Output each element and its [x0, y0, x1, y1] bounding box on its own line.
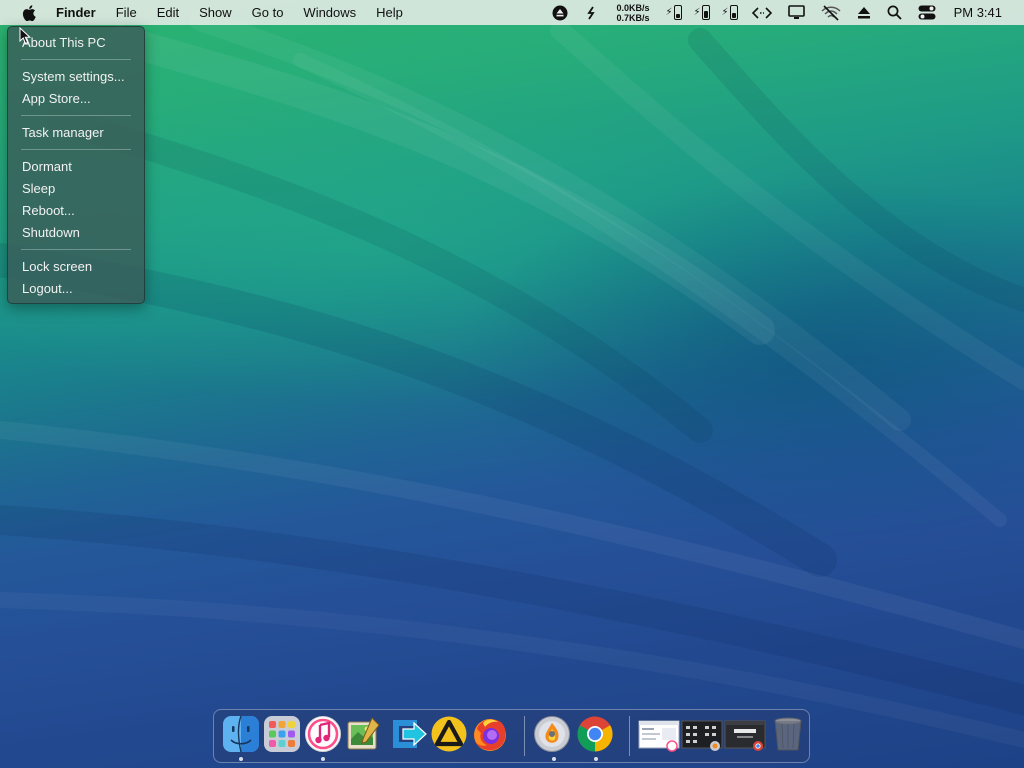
menu-windows[interactable]: Windows — [293, 0, 366, 25]
sync-icon[interactable] — [584, 0, 598, 25]
menu-item-shutdown[interactable]: Shutdown — [8, 222, 144, 244]
running-indicator — [552, 757, 556, 761]
display-icon[interactable] — [787, 0, 805, 25]
menu-item-dormant[interactable]: Dormant — [8, 156, 144, 178]
menu-help[interactable]: Help — [366, 0, 413, 25]
running-indicator — [239, 757, 243, 761]
menu-finder[interactable]: Finder — [46, 0, 106, 25]
firefox-icon[interactable] — [471, 715, 509, 753]
disc-burner-icon[interactable] — [533, 715, 571, 753]
menu-item-sleep[interactable]: Sleep — [8, 178, 144, 200]
desktop[interactable]: Finder File Edit Show Go to Windows Help… — [0, 0, 1024, 768]
upload-speed: 0.0KB/s — [616, 2, 650, 13]
menu-show[interactable]: Show — [189, 0, 242, 25]
image-editor-icon[interactable] — [345, 715, 383, 753]
battery-2-icon[interactable]: ⚡ — [694, 5, 710, 20]
battery-3-icon[interactable]: ⚡ — [722, 5, 738, 20]
eject-circle-icon[interactable] — [552, 0, 568, 25]
menu-item-lock-screen[interactable]: Lock screen — [8, 256, 144, 278]
wifi-off-icon[interactable] — [821, 0, 841, 25]
menu-item-system-settings[interactable]: System settings... — [8, 66, 144, 88]
itunes-icon[interactable] — [304, 715, 342, 753]
menu-separator — [21, 249, 131, 250]
menu-separator — [21, 115, 131, 116]
search-icon[interactable] — [887, 0, 902, 25]
wallpaper — [0, 9, 1024, 748]
running-indicator — [321, 757, 325, 761]
menu-file[interactable]: File — [106, 0, 147, 25]
menu-go-to[interactable]: Go to — [242, 0, 294, 25]
menu-separator — [21, 149, 131, 150]
chrome-icon[interactable] — [576, 715, 614, 753]
triangle-app-icon[interactable] — [430, 715, 468, 753]
remote-desktop-icon[interactable] — [390, 715, 428, 753]
status-area: 0.0KB/s 0.7KB/s ⚡ ⚡ ⚡ PM 3:41 — [544, 0, 1024, 25]
mouse-cursor-icon — [19, 27, 31, 45]
eject-icon[interactable] — [857, 0, 871, 25]
menu-item-app-store[interactable]: App Store... — [8, 88, 144, 110]
window-thumbnail-2-icon[interactable] — [681, 715, 723, 753]
trash-icon[interactable] — [769, 715, 807, 753]
dock-separator — [524, 716, 525, 756]
code-arrows-icon[interactable] — [751, 0, 772, 25]
window-thumbnail-3-icon[interactable] — [724, 715, 766, 753]
network-speed: 0.0KB/s 0.7KB/s — [616, 3, 649, 23]
menu-item-logout[interactable]: Logout... — [8, 278, 144, 300]
battery-1-icon[interactable]: ⚡ — [665, 5, 682, 20]
menu-item-reboot[interactable]: Reboot... — [8, 200, 144, 222]
download-speed: 0.7KB/s — [616, 12, 650, 23]
control-center-icon[interactable] — [918, 0, 936, 25]
launchpad-icon[interactable] — [263, 715, 301, 753]
apple-dropdown-menu: About This PC System settings... App Sto… — [7, 26, 145, 304]
running-indicator — [594, 757, 598, 761]
dock — [213, 709, 810, 763]
dock-separator — [629, 716, 630, 756]
finder-icon[interactable] — [222, 715, 260, 753]
menu-edit[interactable]: Edit — [147, 0, 189, 25]
window-thumbnail-1-icon[interactable] — [638, 715, 680, 753]
menu-separator — [21, 59, 131, 60]
clock[interactable]: PM 3:41 — [954, 5, 1002, 20]
apple-logo-icon — [22, 4, 36, 21]
apple-menu-button[interactable] — [16, 0, 42, 25]
menu-item-task-manager[interactable]: Task manager — [8, 122, 144, 144]
menu-bar: Finder File Edit Show Go to Windows Help… — [0, 0, 1024, 25]
